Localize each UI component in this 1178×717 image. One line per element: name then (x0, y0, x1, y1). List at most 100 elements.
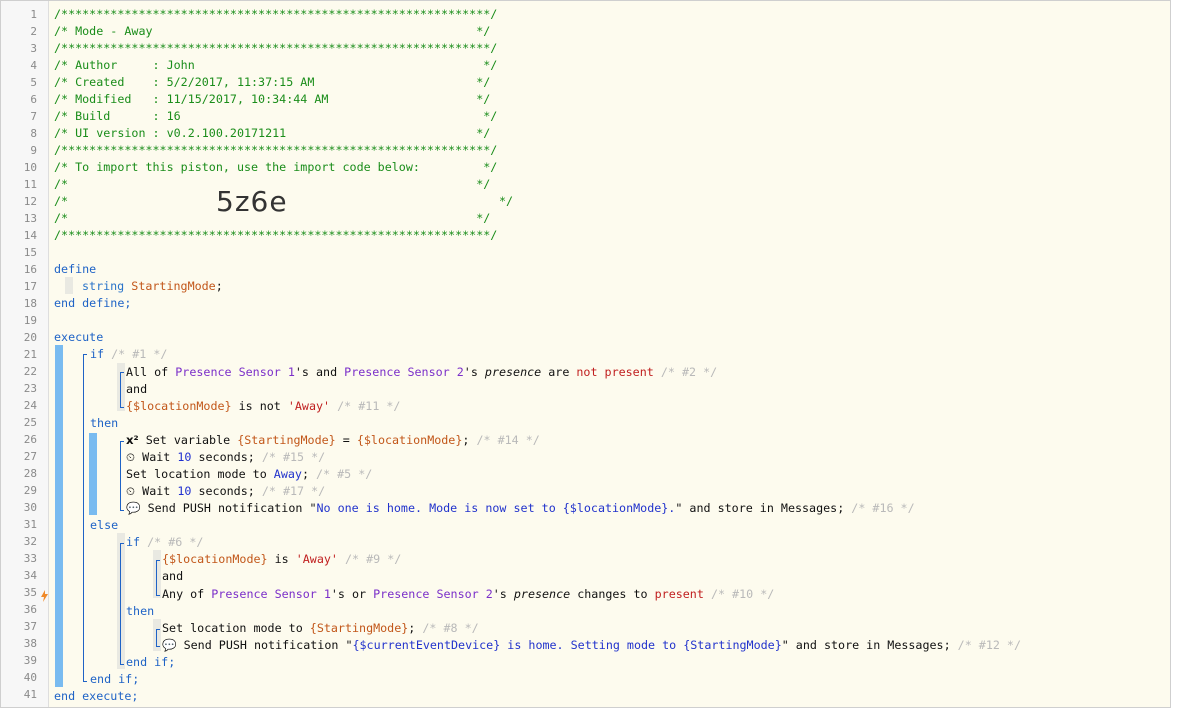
end-if[interactable]: end if; (90, 671, 1166, 688)
variable-declaration[interactable]: string StartingMode; (82, 278, 1166, 295)
if-statement-bar (89, 433, 97, 515)
if-statement[interactable]: if /* #1 */ (90, 346, 1166, 363)
clock-icon: ⏲ (126, 450, 136, 464)
text: Any of (162, 587, 212, 601)
operator: and (126, 382, 148, 396)
keyword: define (54, 262, 97, 276)
header-border-bottom: /***************************************… (54, 228, 498, 242)
wait-action[interactable]: ⏲ Wait 10 seconds; /* #17 */ (126, 483, 1166, 500)
text: seconds; (191, 484, 255, 498)
line-number: 19 (23, 314, 37, 327)
nested-conditions-bar (153, 550, 161, 598)
header-border: /***************************************… (54, 143, 498, 157)
header-author: /* Author : John */ (54, 58, 498, 72)
line-number: 8 (30, 127, 37, 140)
and-operator[interactable]: and (162, 568, 1166, 585)
execute-keyword[interactable]: execute (54, 329, 1166, 346)
end-if[interactable]: end if; (126, 654, 1166, 671)
end-execute[interactable]: end execute; (54, 688, 1166, 705)
device: Presence Sensor 1 (211, 587, 331, 601)
line-number: 14 (23, 229, 37, 242)
type-keyword: string (82, 279, 125, 293)
text: is not (231, 399, 288, 413)
value: present (654, 587, 704, 601)
line-number: 3 (30, 42, 37, 55)
line-number: 25 (23, 416, 37, 429)
nested-then-bracket-bottom (156, 646, 160, 647)
header-title: /* Mode - Away */ (54, 24, 491, 38)
text: is (267, 552, 296, 566)
line-number: 22 (23, 365, 37, 378)
statement-id: /* #16 */ (851, 501, 915, 515)
line-number: 12 (23, 195, 37, 208)
punctuation: ; (462, 433, 470, 447)
line-number: 18 (23, 297, 37, 310)
statement-id: /* #9 */ (345, 552, 402, 566)
text: changes to (570, 587, 655, 601)
device: Presence Sensor 1 (175, 365, 295, 379)
nested-if-bracket-top (120, 543, 124, 544)
line-number: 4 (30, 59, 37, 72)
statement-id: /* #8 */ (422, 621, 479, 635)
variable-icon: x² (126, 433, 139, 447)
device: Presence Sensor 2 (373, 587, 493, 601)
keyword: if (126, 535, 141, 549)
text: 's or (330, 587, 374, 601)
line-number: 29 (23, 484, 37, 497)
device: Presence Sensor 2 (344, 365, 464, 379)
keyword: else (90, 518, 119, 532)
set-variable-action[interactable]: x² Set variable {StartingMode} = {$locat… (126, 432, 1166, 449)
statement-id: /* #14 */ (476, 433, 540, 447)
header-build: /* Build : 16 */ (54, 109, 498, 123)
define-keyword[interactable]: define (54, 261, 1166, 278)
text: 's and (294, 365, 345, 379)
set-location-mode-action[interactable]: Set location mode to Away; /* #5 */ (126, 466, 1166, 483)
line-number: 13 (23, 212, 37, 225)
line-number: 33 (23, 552, 37, 565)
else-keyword[interactable]: else (90, 517, 1166, 534)
nested-if-statement[interactable]: if /* #6 */ (126, 534, 1166, 551)
then-keyword[interactable]: then (90, 415, 1166, 432)
condition-location-mode[interactable]: {$locationMode} is not 'Away' /* #11 */ (126, 398, 1166, 415)
variable: {$locationMode} (126, 399, 232, 413)
variable-name: StartingMode (131, 279, 216, 293)
define-block-bar (65, 277, 73, 294)
send-push-action[interactable]: 💬 Send PUSH notification "No one is home… (126, 500, 1166, 517)
line-number: 9 (30, 144, 37, 157)
nested-if-bar (117, 533, 125, 669)
header-ui-version: /* UI version : v0.2.100.20171211 */ (54, 126, 491, 140)
statement-id: /* #15 */ (261, 450, 326, 464)
statement-id: /* #12 */ (957, 638, 1022, 652)
line-number: 24 (23, 399, 37, 412)
keyword: end execute; (54, 689, 139, 703)
value: not present (576, 365, 654, 379)
keyword: execute (54, 330, 104, 344)
line-number: 30 (23, 501, 37, 514)
header-border-top: /***************************************… (54, 7, 498, 21)
text: Wait (135, 450, 178, 464)
execute-block-bar (55, 345, 63, 687)
message-var: {StartingMode} (683, 638, 782, 652)
clock-icon: ⏲ (126, 484, 136, 498)
if-bracket-bottom (83, 681, 87, 682)
nested-cond-bracket-top (156, 560, 160, 561)
text: Set location mode to (126, 467, 274, 481)
nested-if-bracket (120, 543, 121, 665)
cond-bracket (120, 372, 121, 408)
statement-id: /* #6 */ (147, 535, 204, 549)
string: 'Away' (295, 552, 338, 566)
set-location-mode-action[interactable]: Set location mode to {StartingMode}; /* … (162, 620, 1166, 637)
condition-presence[interactable]: All of Presence Sensor 1's and Presence … (126, 364, 1166, 381)
end-define[interactable]: end define; (54, 295, 1166, 312)
then-keyword[interactable]: then (126, 603, 1166, 620)
condition-location-mode[interactable]: {$locationMode} is 'Away' /* #9 */ (162, 551, 1166, 568)
condition-presence-changes[interactable]: Any of Presence Sensor 1's or Presence S… (162, 586, 1166, 603)
line-number: 7 (30, 110, 37, 123)
if-conditions-bar (117, 363, 125, 411)
punctuation: ; (408, 621, 416, 635)
and-operator[interactable]: and (126, 381, 1166, 398)
wait-action[interactable]: ⏲ Wait 10 seconds; /* #15 */ (126, 449, 1166, 466)
text: Send PUSH notification " (176, 638, 353, 652)
send-push-action[interactable]: 💬 Send PUSH notification "{$currentEvent… (162, 637, 1166, 654)
then-bracket (120, 441, 121, 511)
